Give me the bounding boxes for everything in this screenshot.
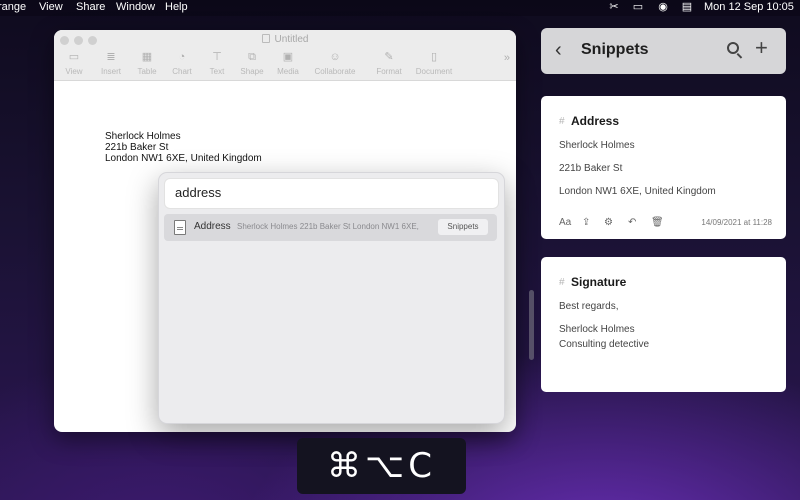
snippets-title: Snippets [581, 41, 649, 58]
snippets-header: ‹ Snippets + [541, 28, 786, 74]
menu-share[interactable]: Share [76, 1, 105, 13]
document-line: London NW1 6XE, United Kingdom [105, 153, 262, 164]
toolbar-chart[interactable]: ◔ Chart [162, 51, 202, 76]
toolbar-table[interactable]: ▦ Table [127, 51, 167, 76]
share-icon[interactable]: ⇪ [582, 217, 590, 229]
scissors-icon[interactable]: ✂ [608, 2, 620, 13]
chart-icon: ◔ [178, 51, 186, 63]
toolbar-collaborate[interactable]: ☺ Collaborate [310, 51, 360, 76]
window-title-wrap: Untitled [54, 34, 516, 45]
toolbar-text[interactable]: ⊤ Text [197, 51, 237, 76]
result-name: Address [194, 221, 231, 232]
search-field-wrap [164, 178, 499, 209]
shape-icon: ⧉ [248, 51, 256, 63]
toolbar-document[interactable]: ▯ Document [411, 51, 457, 76]
toolbar-insert[interactable]: ≣ Insert [91, 51, 131, 76]
more-icon[interactable]: » [504, 52, 510, 64]
document-line: Sherlock Holmes [105, 131, 181, 142]
back-chevron-icon[interactable]: ‹ [555, 38, 562, 62]
toolbar-label: Chart [172, 67, 192, 76]
card-line: London NW1 6XE, United Kingdom [559, 186, 716, 197]
user-icon[interactable]: ◉ [657, 2, 669, 13]
table-icon: ▦ [141, 51, 153, 63]
document-body[interactable]: Sherlock Holmes 221b Baker St London NW1… [105, 131, 262, 164]
toolbar-view[interactable]: ▭ View [54, 51, 94, 76]
search-icon[interactable] [727, 42, 739, 54]
shortcut-hud: ⌘⌥C [297, 438, 466, 494]
card-line: Consulting detective [559, 339, 650, 350]
display-icon[interactable]: ▭ [632, 2, 644, 13]
toolbar-media[interactable]: ▣ Media [268, 51, 308, 76]
toolbar-format[interactable]: ✎ Format [369, 51, 409, 76]
menu-bar: range View Share Window Help ✂ ▭ ◉ ▤ Mon… [0, 0, 800, 16]
toolbar-label: Shape [240, 67, 264, 76]
menu-window[interactable]: Window [116, 1, 155, 13]
media-icon: ▣ [282, 51, 294, 63]
undo-icon[interactable]: ↶ [628, 217, 636, 229]
collaborate-icon: ☺ [329, 51, 341, 63]
scrollbar-thumb[interactable] [529, 290, 534, 360]
document-icon [261, 34, 270, 43]
trash-icon[interactable]: 🗑 [651, 217, 664, 229]
document-icon: ▯ [430, 51, 438, 63]
snippet-card-address[interactable]: # Address Sherlock Holmes 221b Baker St … [541, 96, 786, 239]
toolbar-label: Media [277, 67, 299, 76]
format-icon: ✎ [384, 51, 394, 63]
menu-arrange[interactable]: range [0, 1, 26, 13]
toolbar-label: View [65, 67, 83, 76]
toolbar-label: Format [376, 67, 402, 76]
text-icon: ⊤ [212, 51, 222, 63]
toolbar-label: Collaborate [314, 67, 356, 76]
result-source-badge: Snippets [438, 219, 488, 235]
search-input[interactable] [173, 184, 487, 201]
card-title: Signature [571, 275, 627, 289]
card-title: Address [571, 114, 620, 128]
toolbar-label: Document [415, 67, 453, 76]
menu-help[interactable]: Help [165, 1, 188, 13]
gear-icon[interactable]: ⚙ [604, 217, 613, 229]
menu-view[interactable]: View [39, 1, 63, 13]
hash-icon: # [559, 116, 565, 127]
text-style-icon[interactable]: Aa [559, 217, 571, 229]
search-result-item[interactable]: Address Sherlock Holmes 221b Baker St Lo… [164, 214, 497, 241]
snippet-search-popup: Address Sherlock Holmes 221b Baker St Lo… [158, 172, 505, 424]
title-bar: Untitled ▭ View ≣ Insert ▦ Table ◔ Chart ⊤ Te… [54, 30, 516, 81]
add-icon[interactable]: + [755, 37, 768, 59]
hash-icon: # [559, 277, 565, 288]
view-icon: ▭ [68, 51, 80, 63]
menu-clock[interactable]: Mon 12 Sep 10:05 [704, 1, 794, 13]
card-line: 221b Baker St [559, 163, 623, 174]
window-title: Untitled [274, 34, 309, 45]
result-preview: Sherlock Holmes 221b Baker St London NW1… [237, 222, 419, 231]
control-center-icon[interactable]: ▤ [681, 2, 693, 13]
insert-icon: ≣ [106, 51, 116, 63]
file-icon [174, 220, 186, 235]
toolbar-label: Text [209, 67, 225, 76]
toolbar-label: Table [137, 67, 157, 76]
card-line: Best regards, [559, 301, 619, 312]
card-line: Sherlock Holmes [559, 140, 635, 151]
toolbar-shape[interactable]: ⧉ Shape [232, 51, 272, 76]
toolbar-label: Insert [100, 67, 121, 76]
document-line: 221b Baker St [105, 142, 169, 153]
card-date: 14/09/2021 at 11:28 [701, 218, 772, 227]
snippet-card-signature[interactable]: # Signature Best regards, Sherlock Holme… [541, 257, 786, 392]
card-line: Sherlock Holmes [559, 324, 635, 335]
